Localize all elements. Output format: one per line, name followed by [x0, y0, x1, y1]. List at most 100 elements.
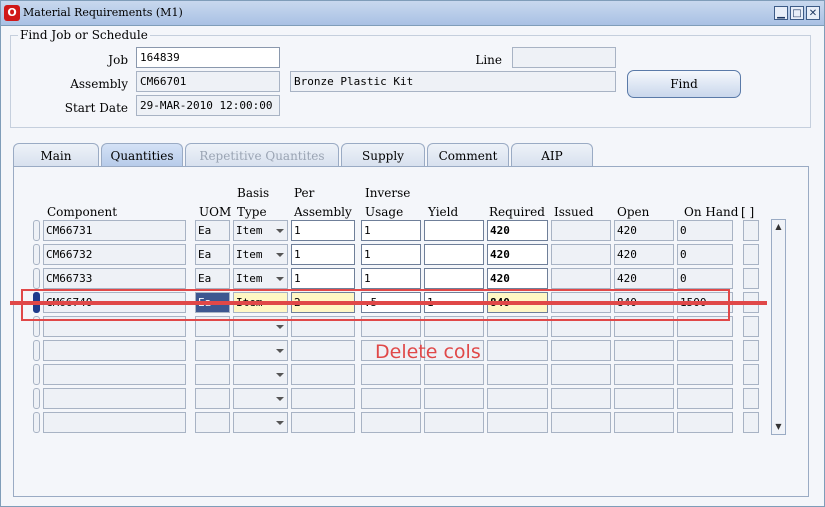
cell-inverse[interactable]: 1 — [361, 268, 421, 289]
cell-basis[interactable] — [233, 388, 288, 409]
cell-basis[interactable]: Item — [233, 268, 288, 289]
cell-open[interactable]: 420 — [614, 220, 674, 241]
cell-issued[interactable] — [551, 340, 611, 361]
start-date-input[interactable]: 29-MAR-2010 12:00:00 — [136, 95, 280, 116]
cell-onhand[interactable]: 0 — [677, 244, 733, 265]
cell-yield[interactable] — [424, 268, 484, 289]
row-extra-field[interactable] — [743, 388, 759, 409]
chevron-down-icon[interactable] — [276, 325, 284, 329]
cell-per[interactable] — [291, 412, 355, 433]
cell-onhand[interactable]: 0 — [677, 268, 733, 289]
cell-yield[interactable] — [424, 388, 484, 409]
scroll-down-icon[interactable]: ▼ — [772, 420, 785, 434]
cell-per[interactable]: 1 — [291, 220, 355, 241]
cell-onhand[interactable]: 0 — [677, 220, 733, 241]
row-extra-field[interactable] — [743, 244, 759, 265]
cell-component[interactable] — [43, 412, 186, 433]
cell-basis[interactable] — [233, 364, 288, 385]
cell-inverse[interactable]: 1 — [361, 244, 421, 265]
cell-uom[interactable] — [195, 364, 230, 385]
cell-open[interactable] — [614, 388, 674, 409]
find-button[interactable]: Find — [627, 70, 741, 98]
cell-yield[interactable] — [424, 244, 484, 265]
row-extra-field[interactable] — [743, 316, 759, 337]
cell-per[interactable] — [291, 388, 355, 409]
row-selector[interactable] — [33, 268, 40, 289]
cell-yield[interactable] — [424, 412, 484, 433]
chevron-down-icon[interactable] — [276, 397, 284, 401]
cell-issued[interactable] — [551, 244, 611, 265]
cell-uom[interactable] — [195, 340, 230, 361]
cell-basis[interactable]: Item — [233, 220, 288, 241]
cell-basis[interactable]: Item — [233, 244, 288, 265]
chevron-down-icon[interactable] — [276, 421, 284, 425]
tab-supply[interactable]: Supply — [341, 143, 425, 167]
cell-component[interactable]: CM66731 — [43, 220, 186, 241]
cell-required[interactable] — [487, 364, 548, 385]
cell-required[interactable]: 420 — [487, 268, 548, 289]
cell-component[interactable] — [43, 388, 186, 409]
row-extra-field[interactable] — [743, 268, 759, 289]
row-selector[interactable] — [33, 220, 40, 241]
chevron-down-icon[interactable] — [276, 373, 284, 377]
cell-uom[interactable] — [195, 412, 230, 433]
cell-component[interactable]: CM66732 — [43, 244, 186, 265]
tab-aip[interactable]: AIP — [511, 143, 593, 167]
cell-open[interactable] — [614, 412, 674, 433]
cell-open[interactable]: 420 — [614, 244, 674, 265]
cell-basis[interactable] — [233, 412, 288, 433]
cell-yield[interactable] — [424, 220, 484, 241]
cell-onhand[interactable] — [677, 412, 733, 433]
row-selector[interactable] — [33, 364, 40, 385]
cell-required[interactable]: 420 — [487, 220, 548, 241]
cell-onhand[interactable] — [677, 364, 733, 385]
cell-per[interactable] — [291, 340, 355, 361]
scroll-up-icon[interactable]: ▲ — [772, 220, 785, 234]
cell-uom[interactable]: Ea — [195, 220, 230, 241]
tab-quantities[interactable]: Quantities — [101, 143, 183, 167]
cell-basis[interactable] — [233, 340, 288, 361]
row-extra-field[interactable] — [743, 412, 759, 433]
cell-required[interactable] — [487, 340, 548, 361]
cell-issued[interactable] — [551, 220, 611, 241]
tab-comment[interactable]: Comment — [427, 143, 509, 167]
cell-uom[interactable]: Ea — [195, 268, 230, 289]
cell-issued[interactable] — [551, 268, 611, 289]
cell-open[interactable]: 420 — [614, 268, 674, 289]
cell-inverse[interactable] — [361, 412, 421, 433]
row-extra-field[interactable] — [743, 340, 759, 361]
cell-required[interactable]: 420 — [487, 244, 548, 265]
cell-per[interactable]: 1 — [291, 244, 355, 265]
close-icon[interactable]: ✕ — [806, 6, 820, 20]
cell-uom[interactable]: Ea — [195, 244, 230, 265]
cell-open[interactable] — [614, 364, 674, 385]
cell-issued[interactable] — [551, 364, 611, 385]
cell-required[interactable] — [487, 388, 548, 409]
job-input[interactable]: 164839 — [136, 47, 280, 68]
assembly-input[interactable]: CM66701 — [136, 71, 280, 92]
cell-uom[interactable] — [195, 388, 230, 409]
cell-onhand[interactable] — [677, 340, 733, 361]
title-bar[interactable]: O Material Requirements (M1) ▁ □ ✕ — [1, 1, 824, 26]
row-extra-field[interactable] — [743, 220, 759, 241]
cell-per[interactable] — [291, 364, 355, 385]
row-selector[interactable] — [33, 388, 40, 409]
header-folder-flex[interactable]: [ ] — [741, 205, 754, 219]
minimize-icon[interactable]: ▁ — [774, 6, 788, 20]
cell-component[interactable] — [43, 364, 186, 385]
cell-yield[interactable] — [424, 364, 484, 385]
cell-onhand[interactable] — [677, 388, 733, 409]
cell-issued[interactable] — [551, 412, 611, 433]
cell-per[interactable]: 1 — [291, 268, 355, 289]
chevron-down-icon[interactable] — [276, 277, 284, 281]
row-selector[interactable] — [33, 340, 40, 361]
chevron-down-icon[interactable] — [276, 253, 284, 257]
row-selector[interactable] — [33, 244, 40, 265]
cell-open[interactable] — [614, 340, 674, 361]
line-input[interactable] — [512, 47, 616, 68]
cell-issued[interactable] — [551, 388, 611, 409]
vertical-scrollbar[interactable]: ▲ ▼ — [771, 219, 786, 435]
cell-inverse[interactable]: 1 — [361, 220, 421, 241]
cell-required[interactable] — [487, 412, 548, 433]
cell-component[interactable] — [43, 340, 186, 361]
